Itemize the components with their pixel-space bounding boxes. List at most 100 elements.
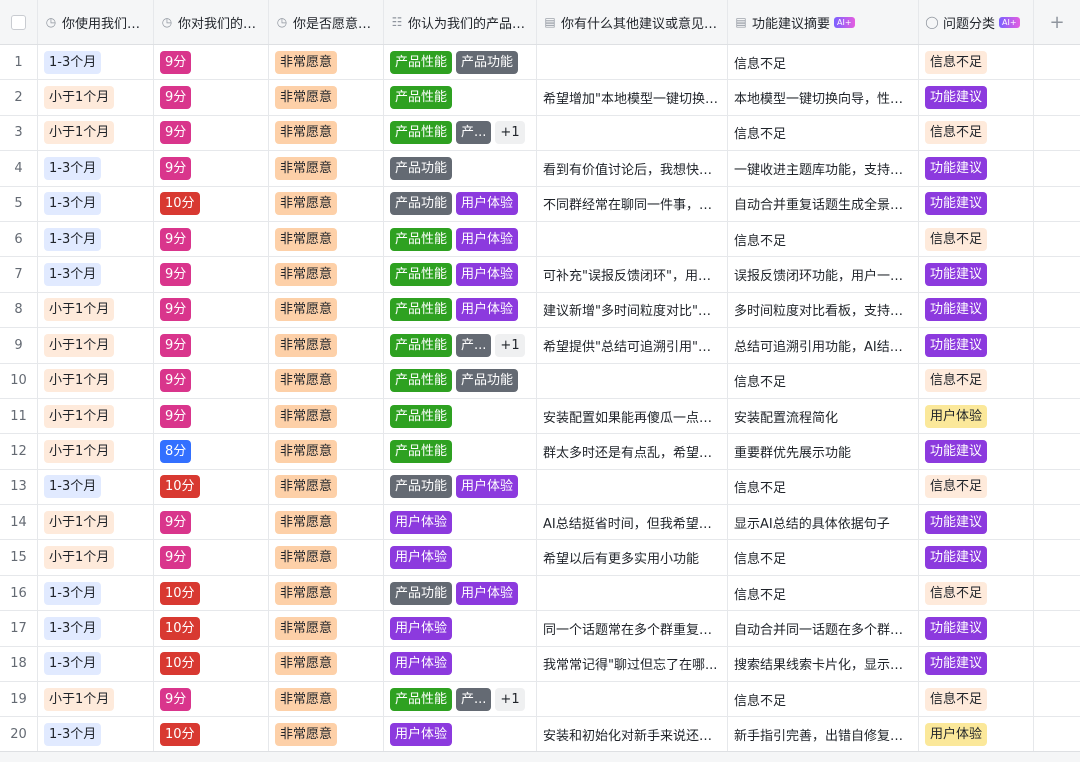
suggestion-cell[interactable]: [537, 45, 728, 80]
category-cell[interactable]: 信息不足: [919, 575, 1034, 611]
more-tags-count[interactable]: +1: [495, 333, 525, 357]
row-number-cell[interactable]: 6: [0, 221, 38, 257]
summary-cell[interactable]: 信息不足: [728, 682, 919, 717]
summary-cell[interactable]: 重要群优先展示功能: [728, 434, 919, 469]
table-row[interactable]: 11 小于1个月 9分 非常愿意 产品性能 安装配置如果能再傻瓜一点就... 安装配置流程简…: [0, 398, 1080, 435]
recommend-cell[interactable]: 非常愿意: [269, 45, 384, 80]
score-cell[interactable]: 9分: [154, 505, 269, 540]
recommend-cell[interactable]: 非常愿意: [269, 540, 384, 575]
score-cell[interactable]: 9分: [154, 80, 269, 115]
column-header-recommend[interactable]: ◷ 你是否愿意向...: [269, 0, 384, 44]
category-cell[interactable]: 功能建议: [919, 328, 1034, 363]
table-row[interactable]: 20 1-3个月 10分 非常愿意 用户体验 安装和初始化对新手来说还是... 新手指引完善…: [0, 717, 1080, 753]
row-number-cell[interactable]: 4: [0, 151, 38, 186]
usage-cell[interactable]: 1-3个月: [38, 469, 154, 505]
needs-cell[interactable]: 产品性能 用户体验: [384, 292, 537, 328]
table-row[interactable]: 19 小于1个月 9分 非常愿意 产品性能 产... +1 信息不足 信息不足: [0, 682, 1080, 718]
score-cell[interactable]: 10分: [154, 717, 269, 752]
suggestion-cell[interactable]: 安装和初始化对新手来说还是...: [537, 717, 728, 752]
usage-cell[interactable]: 1-3个月: [38, 221, 154, 257]
add-column-button[interactable]: +: [1034, 0, 1080, 44]
table-row[interactable]: 6 1-3个月 9分 非常愿意 产品性能 用户体验 信息不足 信息不足: [0, 221, 1080, 258]
usage-cell[interactable]: 小于1个月: [38, 363, 154, 398]
recommend-cell[interactable]: 非常愿意: [269, 398, 384, 434]
category-cell[interactable]: 用户体验: [919, 398, 1034, 434]
usage-cell[interactable]: 小于1个月: [38, 540, 154, 575]
category-cell[interactable]: 功能建议: [919, 540, 1034, 575]
table-row[interactable]: 9 小于1个月 9分 非常愿意 产品性能 产... +1 希望提供"总结可追溯引用"能... 总…: [0, 328, 1080, 364]
category-cell[interactable]: 信息不足: [919, 469, 1034, 505]
suggestion-cell[interactable]: 可补充"误报反馈闭环"，用户...: [537, 257, 728, 292]
category-cell[interactable]: 信息不足: [919, 115, 1034, 151]
row-number-cell[interactable]: 1: [0, 45, 38, 80]
recommend-cell[interactable]: 非常愿意: [269, 505, 384, 540]
table-row[interactable]: 1 1-3个月 9分 非常愿意 产品性能 产品功能 信息不足 信息不足: [0, 45, 1080, 81]
table-row[interactable]: 13 1-3个月 10分 非常愿意 产品功能 用户体验 信息不足 信息不足: [0, 469, 1080, 506]
row-number-cell[interactable]: 8: [0, 292, 38, 328]
score-cell[interactable]: 10分: [154, 575, 269, 611]
usage-cell[interactable]: 小于1个月: [38, 80, 154, 115]
table-row[interactable]: 10 小于1个月 9分 非常愿意 产品性能 产品功能 信息不足 信息不足: [0, 363, 1080, 399]
score-cell[interactable]: 9分: [154, 328, 269, 363]
summary-cell[interactable]: 信息不足: [728, 115, 919, 151]
row-number-cell[interactable]: 11: [0, 398, 38, 434]
needs-cell[interactable]: 产品性能: [384, 398, 537, 434]
recommend-cell[interactable]: 非常愿意: [269, 469, 384, 505]
suggestion-cell[interactable]: AI总结挺省时间，但我希望能...: [537, 505, 728, 540]
usage-cell[interactable]: 小于1个月: [38, 505, 154, 540]
column-header-summary[interactable]: ▤ 功能建议摘要 AI+: [728, 0, 919, 44]
summary-cell[interactable]: 误报反馈闭环功能，用户一键...: [728, 257, 919, 292]
table-row[interactable]: 8 小于1个月 9分 非常愿意 产品性能 用户体验 建议新增"多时间粒度对比"看... 多时间…: [0, 292, 1080, 329]
needs-cell[interactable]: 产品性能 产品功能: [384, 363, 537, 398]
summary-cell[interactable]: 自动合并重复话题生成全景总...: [728, 186, 919, 221]
suggestion-cell[interactable]: 群太多时还是有点乱，希望能...: [537, 434, 728, 469]
column-header-needs[interactable]: ☷ 你认为我们的产品需...: [384, 0, 537, 44]
table-row[interactable]: 5 1-3个月 10分 非常愿意 产品功能 用户体验 不同群经常在聊同一件事，我... 自动合…: [0, 186, 1080, 222]
summary-cell[interactable]: 信息不足: [728, 45, 919, 80]
score-cell[interactable]: 9分: [154, 221, 269, 257]
score-cell[interactable]: 9分: [154, 257, 269, 292]
table-row[interactable]: 16 1-3个月 10分 非常愿意 产品功能 用户体验 信息不足 信息不足: [0, 575, 1080, 612]
row-number-cell[interactable]: 19: [0, 682, 38, 717]
score-cell[interactable]: 9分: [154, 45, 269, 80]
suggestion-cell[interactable]: 不同群经常在聊同一件事，我...: [537, 186, 728, 221]
suggestion-cell[interactable]: [537, 575, 728, 611]
needs-cell[interactable]: 产品功能 用户体验: [384, 575, 537, 611]
table-row[interactable]: 18 1-3个月 10分 非常愿意 用户体验 我常常记得"聊过但忘了在哪... 搜索结果线索…: [0, 646, 1080, 683]
row-number-cell[interactable]: 13: [0, 469, 38, 505]
needs-cell[interactable]: 产品性能 用户体验: [384, 257, 537, 292]
summary-cell[interactable]: 总结可追溯引用功能，AI结论...: [728, 328, 919, 363]
table-row[interactable]: 4 1-3个月 9分 非常愿意 产品功能 看到有价值讨论后，我想快速... 一键收进主题库功…: [0, 151, 1080, 187]
row-number-cell[interactable]: 7: [0, 257, 38, 292]
suggestion-cell[interactable]: 看到有价值讨论后，我想快速...: [537, 151, 728, 186]
needs-cell[interactable]: 产品功能: [384, 151, 537, 186]
row-number-cell[interactable]: 10: [0, 363, 38, 398]
summary-cell[interactable]: 信息不足: [728, 363, 919, 398]
row-number-cell[interactable]: 20: [0, 717, 38, 752]
summary-cell[interactable]: 显示AI总结的具体依据句子: [728, 505, 919, 540]
row-number-cell[interactable]: 5: [0, 186, 38, 221]
table-row[interactable]: 2 小于1个月 9分 非常愿意 产品性能 希望增加"本地模型一键切换"... 本地模型一键切…: [0, 80, 1080, 116]
suggestion-cell[interactable]: 希望以后有更多实用小功能: [537, 540, 728, 575]
summary-cell[interactable]: 本地模型一键切换向导，性能...: [728, 80, 919, 115]
score-cell[interactable]: 9分: [154, 115, 269, 151]
recommend-cell[interactable]: 非常愿意: [269, 115, 384, 151]
row-number-cell[interactable]: 16: [0, 575, 38, 611]
category-cell[interactable]: 功能建议: [919, 611, 1034, 646]
recommend-cell[interactable]: 非常愿意: [269, 186, 384, 221]
score-cell[interactable]: 10分: [154, 186, 269, 221]
needs-cell[interactable]: 用户体验: [384, 646, 537, 682]
needs-cell[interactable]: 产品性能: [384, 80, 537, 115]
recommend-cell[interactable]: 非常愿意: [269, 575, 384, 611]
category-cell[interactable]: 功能建议: [919, 80, 1034, 115]
suggestion-cell[interactable]: [537, 221, 728, 257]
row-number-cell[interactable]: 14: [0, 505, 38, 540]
row-number-cell[interactable]: 9: [0, 328, 38, 363]
score-cell[interactable]: 9分: [154, 398, 269, 434]
needs-cell[interactable]: 产品功能 用户体验: [384, 186, 537, 221]
table-row[interactable]: 7 1-3个月 9分 非常愿意 产品性能 用户体验 可补充"误报反馈闭环"，用户... 误报反…: [0, 257, 1080, 293]
category-cell[interactable]: 功能建议: [919, 292, 1034, 328]
suggestion-cell[interactable]: [537, 115, 728, 151]
more-tags-count[interactable]: +1: [495, 687, 525, 711]
recommend-cell[interactable]: 非常愿意: [269, 292, 384, 328]
